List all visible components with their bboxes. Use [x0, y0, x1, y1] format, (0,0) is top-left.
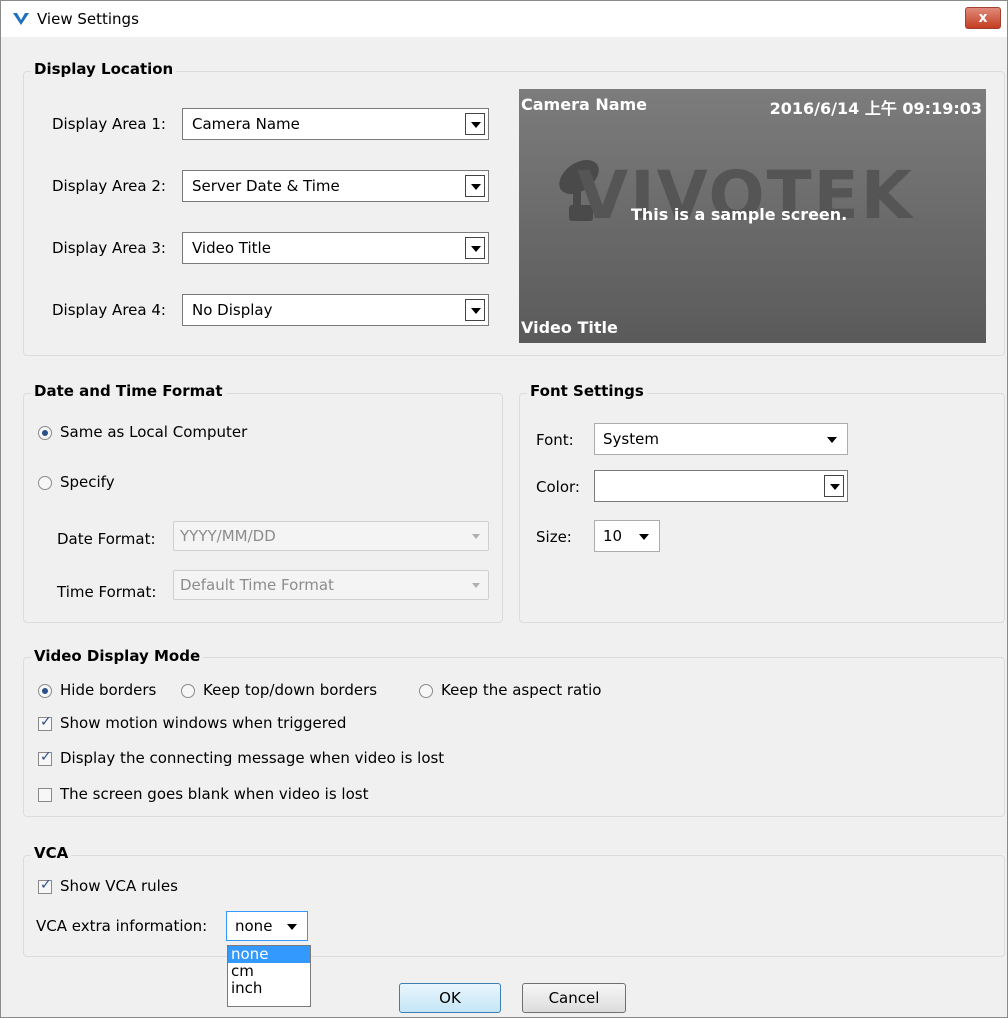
chevron-down-icon: [465, 175, 485, 197]
display-area-3-select[interactable]: Video Title: [182, 232, 489, 264]
specify-label: Specify: [60, 473, 115, 491]
color-select[interactable]: [594, 470, 848, 502]
display-area-2-label: Display Area 2:: [52, 177, 166, 195]
preview-screen: VIVOTEK Camera Name 2016/6/14 上午 09:19:0…: [519, 89, 986, 343]
font-settings-title: Font Settings: [527, 382, 647, 400]
vca-extra-info-dropdown: none cm inch: [227, 945, 311, 1007]
dropdown-option-cm[interactable]: cm: [228, 963, 310, 980]
chevron-down-icon: [472, 583, 480, 588]
screen-blank-label: The screen goes blank when video is lost: [60, 785, 369, 803]
chevron-down-icon: [639, 534, 649, 540]
title-bar: View Settings x: [1, 1, 1007, 37]
view-settings-dialog: View Settings x Display Location Display…: [0, 0, 1008, 1018]
keep-aspect-ratio-radio[interactable]: [419, 684, 433, 698]
window-title: View Settings: [37, 10, 139, 28]
preview-bottom-left: Video Title: [521, 318, 618, 337]
preview-center: This is a sample screen.: [631, 205, 848, 224]
display-area-2-select[interactable]: Server Date & Time: [182, 170, 489, 202]
date-format-select[interactable]: YYYY/MM/DD: [173, 521, 489, 551]
chevron-down-icon: [465, 113, 485, 135]
display-area-1-select[interactable]: Camera Name: [182, 108, 489, 140]
screen-blank-checkbox[interactable]: [38, 788, 52, 802]
keep-top-down-borders-radio[interactable]: [181, 684, 195, 698]
font-label: Font:: [536, 431, 574, 449]
vca-extra-info-select[interactable]: none: [226, 911, 308, 941]
chevron-down-icon: [465, 299, 485, 321]
vca-extra-info-label: VCA extra information:: [36, 917, 208, 935]
vivotek-logo-icon: [13, 13, 29, 25]
cancel-button[interactable]: Cancel: [522, 983, 626, 1013]
show-vca-rules-label: Show VCA rules: [60, 877, 178, 895]
hide-borders-radio[interactable]: [38, 684, 52, 698]
keep-top-down-borders-label: Keep top/down borders: [203, 681, 378, 699]
font-select[interactable]: System: [594, 423, 848, 455]
hide-borders-label: Hide borders: [60, 681, 157, 699]
connecting-message-label: Display the connecting message when vide…: [60, 749, 445, 767]
time-format-select[interactable]: Default Time Format: [173, 570, 489, 600]
dropdown-option-none[interactable]: none: [228, 946, 310, 963]
show-motion-windows-label: Show motion windows when triggered: [60, 714, 347, 732]
display-area-3-label: Display Area 3:: [52, 239, 166, 257]
date-time-format-title: Date and Time Format: [31, 382, 226, 400]
show-vca-rules-checkbox[interactable]: [38, 877, 52, 894]
display-area-4-select[interactable]: No Display: [182, 294, 489, 326]
keep-aspect-ratio-label: Keep the aspect ratio: [441, 681, 602, 699]
chevron-down-icon: [824, 475, 844, 497]
display-area-4-label: Display Area 4:: [52, 301, 166, 319]
time-format-label: Time Format:: [57, 583, 157, 601]
chevron-down-icon: [827, 437, 837, 443]
show-motion-windows-checkbox[interactable]: [38, 714, 52, 731]
vca-title: VCA: [31, 844, 72, 862]
vca-group: [23, 855, 1005, 957]
connecting-message-checkbox[interactable]: [38, 749, 52, 766]
dropdown-option-inch[interactable]: inch: [228, 980, 310, 997]
size-label: Size:: [536, 528, 572, 546]
preview-top-left: Camera Name: [521, 95, 648, 114]
color-label: Color:: [536, 478, 580, 496]
specify-radio[interactable]: [38, 476, 52, 490]
date-format-label: Date Format:: [57, 530, 156, 548]
same-as-local-radio[interactable]: [38, 426, 52, 440]
size-select[interactable]: 10: [594, 520, 660, 552]
chevron-down-icon: [465, 237, 485, 259]
chevron-down-icon: [472, 534, 480, 539]
close-button[interactable]: x: [965, 7, 1001, 29]
chevron-down-icon: [287, 924, 297, 930]
ok-button[interactable]: OK: [399, 983, 501, 1013]
video-display-mode-title: Video Display Mode: [31, 647, 204, 665]
close-icon: x: [978, 10, 988, 26]
display-location-title: Display Location: [31, 60, 177, 78]
display-area-1-label: Display Area 1:: [52, 115, 166, 133]
same-as-local-label: Same as Local Computer: [60, 423, 248, 441]
preview-top-right: 2016/6/14 上午 09:19:03: [769, 99, 982, 118]
